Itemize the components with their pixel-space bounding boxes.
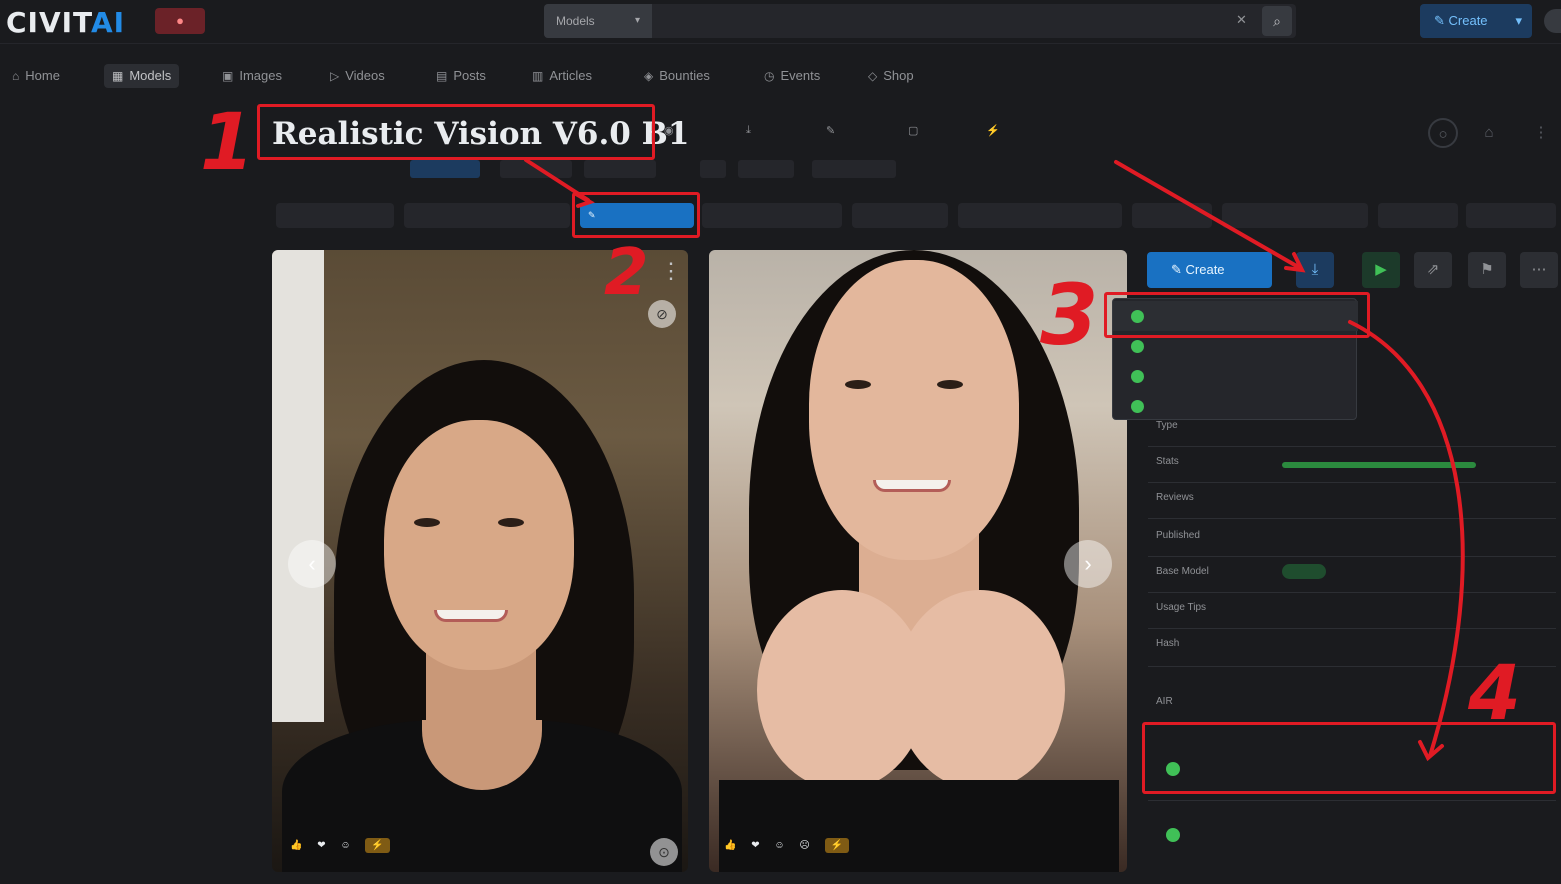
annotation-arrow-3-to-4	[1348, 320, 1465, 758]
annotation-arrow-to-download	[1114, 160, 1302, 270]
annotation-arrows	[524, 158, 1465, 762]
annotation-arrowhead	[574, 192, 595, 208]
